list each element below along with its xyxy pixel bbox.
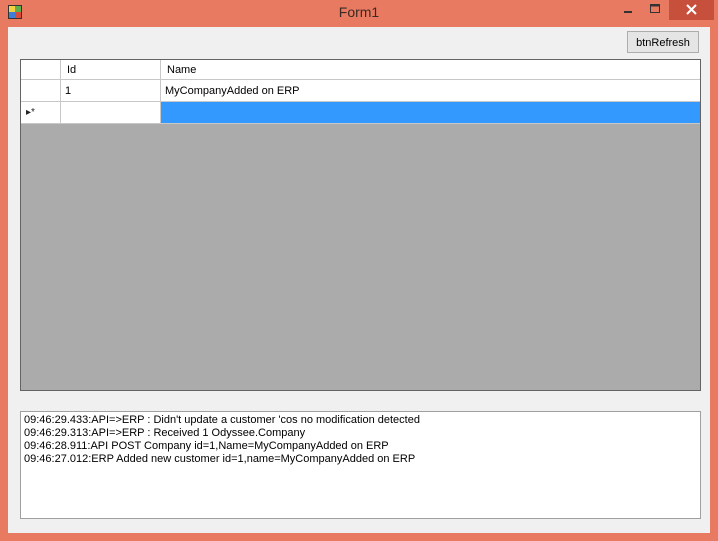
column-header-id[interactable]: Id xyxy=(61,60,161,80)
cell-name[interactable]: MyCompanyAdded on ERP xyxy=(161,80,700,102)
log-line: 09:46:28.911:API POST Company id=1,Name=… xyxy=(24,440,389,452)
new-row-cell-name-selected[interactable] xyxy=(161,102,700,124)
refresh-button[interactable]: btnRefresh xyxy=(627,31,699,53)
maximize-icon xyxy=(650,4,660,13)
log-textbox[interactable]: 09:46:29.433:API=>ERP : Didn't update a … xyxy=(20,411,701,519)
log-line: 09:46:27.012:ERP Added new customer id=1… xyxy=(24,453,416,465)
grid-corner-header[interactable] xyxy=(21,60,61,80)
window-title: Form1 xyxy=(338,4,380,20)
form-client-area: btnRefresh Id Name 1 MyCompanyAdded on E… xyxy=(8,27,710,533)
log-line: 09:46:29.433:API=>ERP : Didn't update a … xyxy=(24,414,420,426)
minimize-button[interactable] xyxy=(615,0,641,20)
cell-id[interactable]: 1 xyxy=(61,80,161,102)
row-header[interactable] xyxy=(21,80,61,102)
data-grid[interactable]: Id Name 1 MyCompanyAdded on ERP ▸* xyxy=(20,59,701,391)
new-row-marker[interactable]: ▸* xyxy=(21,102,61,124)
log-line: 09:46:29.313:API=>ERP : Received 1 Odyss… xyxy=(24,427,306,439)
minimize-icon xyxy=(624,11,632,13)
title-bar[interactable]: Form1 xyxy=(0,0,718,27)
maximize-button[interactable] xyxy=(642,0,668,20)
column-header-name[interactable]: Name xyxy=(161,60,700,80)
close-button[interactable] xyxy=(669,0,714,20)
app-window: Form1 btnRefresh Id Name 1 MyCompanyAdde… xyxy=(0,0,718,541)
new-row-cell-id[interactable] xyxy=(61,102,161,124)
close-icon xyxy=(686,4,697,15)
